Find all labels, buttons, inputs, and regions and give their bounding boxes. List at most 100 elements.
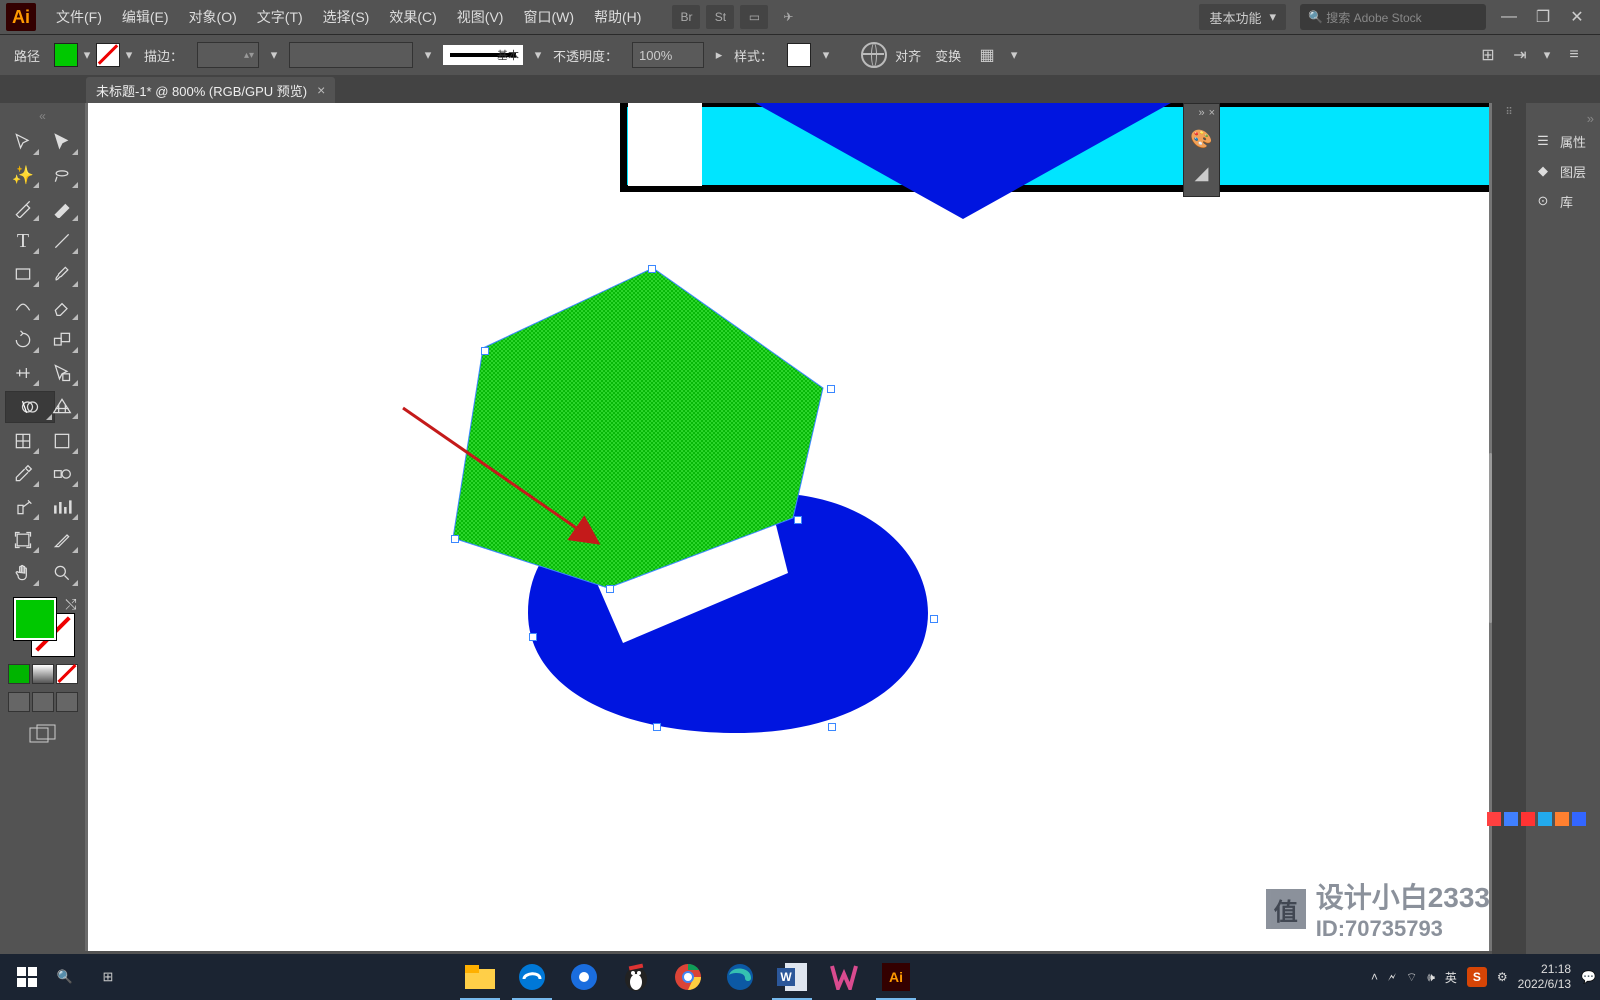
libraries-panel-tab[interactable]: ⊙库 bbox=[1526, 186, 1600, 216]
column-graph-tool[interactable] bbox=[44, 492, 80, 522]
gradient-mode-icon[interactable] bbox=[32, 664, 54, 684]
style-menu[interactable]: ▾ bbox=[819, 43, 833, 67]
var-width-profile[interactable] bbox=[289, 42, 413, 68]
style-swatch[interactable] bbox=[787, 43, 811, 67]
var-width-menu[interactable]: ▾ bbox=[421, 43, 435, 67]
hand-tool[interactable] bbox=[5, 558, 41, 588]
none-mode-icon[interactable] bbox=[56, 664, 78, 684]
zoom-tool[interactable] bbox=[44, 558, 80, 588]
fill-swatch[interactable] bbox=[54, 43, 78, 67]
rectangle-tool[interactable] bbox=[5, 259, 41, 289]
fill-stroke-control[interactable]: ⤭ bbox=[13, 596, 73, 652]
illustrator-taskbar-icon[interactable]: Ai bbox=[870, 954, 922, 1000]
magic-wand-tool[interactable]: ✨ bbox=[5, 160, 41, 190]
chrome-taskbar-icon[interactable] bbox=[662, 954, 714, 1000]
fill-box[interactable] bbox=[14, 598, 56, 640]
slice-tool[interactable] bbox=[44, 525, 80, 555]
panel-collapse-icon[interactable]: » bbox=[1198, 107, 1204, 119]
tray-clock[interactable]: 21:18 2022/6/13 bbox=[1518, 962, 1571, 992]
gradient-tool[interactable] bbox=[44, 426, 80, 456]
eraser-tool[interactable] bbox=[44, 292, 80, 322]
draw-normal-icon[interactable] bbox=[8, 692, 30, 712]
doc-setup-icon[interactable]: ⊞ bbox=[1476, 43, 1500, 67]
line-tool[interactable] bbox=[44, 226, 80, 256]
mesh-tool[interactable] bbox=[5, 426, 41, 456]
document-tab[interactable]: 未标题-1* @ 800% (RGB/GPU 预览) × bbox=[86, 77, 335, 103]
window-minimize[interactable]: — bbox=[1494, 7, 1524, 27]
edge-legacy-taskbar-icon[interactable] bbox=[506, 954, 558, 1000]
menu-effect[interactable]: 效果(C) bbox=[379, 0, 446, 34]
symbol-sprayer-tool[interactable] bbox=[5, 492, 41, 522]
panel-menu-icon[interactable]: ≡ bbox=[1562, 43, 1586, 67]
panel-close-icon[interactable]: × bbox=[1209, 107, 1215, 119]
menu-help[interactable]: 帮助(H) bbox=[584, 0, 651, 34]
anchor-point[interactable] bbox=[827, 385, 835, 393]
color-panel-icon[interactable]: 🎨 bbox=[1184, 122, 1219, 156]
gpu-icon[interactable]: ✈ bbox=[774, 5, 802, 29]
menu-select[interactable]: 选择(S) bbox=[313, 0, 380, 34]
menu-view[interactable]: 视图(V) bbox=[447, 0, 514, 34]
align-link[interactable]: 对齐 bbox=[895, 46, 921, 65]
panel-grip[interactable]: « bbox=[7, 109, 79, 123]
stock-icon[interactable]: St bbox=[706, 5, 734, 29]
artboard-tool[interactable] bbox=[5, 525, 41, 555]
window-close[interactable]: ✕ bbox=[1562, 7, 1592, 27]
scrollbar-thumb[interactable] bbox=[1489, 453, 1492, 623]
color-mode-icon[interactable] bbox=[8, 664, 30, 684]
anchor-point[interactable] bbox=[606, 585, 614, 593]
tab-close-icon[interactable]: × bbox=[317, 82, 325, 98]
tray-wifi-icon[interactable]: ⌔ bbox=[1406, 970, 1417, 985]
lasso-tool[interactable] bbox=[44, 160, 80, 190]
tray-sogou-icon[interactable]: S bbox=[1467, 967, 1487, 987]
direct-selection-tool[interactable] bbox=[44, 127, 80, 157]
transform-link[interactable]: 变换 bbox=[935, 46, 961, 65]
anchor-point[interactable] bbox=[653, 723, 661, 731]
start-button[interactable] bbox=[6, 957, 48, 997]
opacity-input[interactable]: 100% bbox=[632, 42, 704, 68]
edge-taskbar-icon[interactable] bbox=[714, 954, 766, 1000]
bridge-icon[interactable]: Br bbox=[672, 5, 700, 29]
menu-object[interactable]: 对象(O) bbox=[179, 0, 247, 34]
menu-file[interactable]: 文件(F) bbox=[46, 0, 112, 34]
explorer-taskbar-icon[interactable] bbox=[454, 954, 506, 1000]
window-restore[interactable]: ❐ bbox=[1528, 7, 1558, 27]
screen-mode-icon[interactable] bbox=[23, 722, 63, 746]
prefs-menu[interactable]: ▾ bbox=[1540, 43, 1554, 67]
penguin-taskbar-icon[interactable] bbox=[610, 954, 662, 1000]
anchor-point[interactable] bbox=[648, 265, 656, 273]
floating-color-panel[interactable]: »× 🎨 ◢ bbox=[1183, 103, 1220, 197]
tray-power-icon[interactable]: 🗲 bbox=[1388, 970, 1396, 985]
dock-grip[interactable]: ⠿ bbox=[1497, 109, 1521, 115]
free-transform-tool[interactable] bbox=[44, 358, 80, 388]
draw-inside-icon[interactable] bbox=[56, 692, 78, 712]
transform-menu[interactable]: ▾ bbox=[1007, 43, 1021, 67]
anchor-point[interactable] bbox=[930, 615, 938, 623]
selection-tool[interactable] bbox=[5, 127, 41, 157]
stroke-dropdown[interactable]: ▾ bbox=[122, 43, 136, 67]
menu-edit[interactable]: 编辑(E) bbox=[112, 0, 179, 34]
menu-window[interactable]: 窗口(W) bbox=[513, 0, 584, 34]
draw-behind-icon[interactable] bbox=[32, 692, 54, 712]
anchor-point[interactable] bbox=[794, 516, 802, 524]
properties-panel-tab[interactable]: ☰属性 bbox=[1526, 126, 1600, 156]
type-tool[interactable]: T bbox=[5, 226, 41, 256]
anchor-point[interactable] bbox=[481, 347, 489, 355]
swap-fill-stroke-icon[interactable]: ⤭ bbox=[65, 596, 76, 613]
stock-search[interactable]: 🔍 搜索 Adobe Stock bbox=[1300, 4, 1486, 30]
workspace-switcher[interactable]: 基本功能▾ bbox=[1199, 4, 1286, 30]
menu-type[interactable]: 文字(T) bbox=[247, 0, 313, 34]
blend-tool[interactable] bbox=[44, 459, 80, 489]
opacity-menu[interactable]: ▸ bbox=[712, 43, 726, 67]
rotate-tool[interactable] bbox=[5, 325, 41, 355]
dock-collapse-icon[interactable]: » bbox=[1526, 111, 1600, 126]
tray-chevron-icon[interactable]: ˄ bbox=[1371, 970, 1378, 984]
task-view-icon[interactable]: ⊞ bbox=[82, 954, 134, 1000]
isolate-icon[interactable]: ▦ bbox=[975, 43, 999, 67]
prefs-icon[interactable]: ⇥ bbox=[1508, 43, 1532, 67]
stroke-weight-menu[interactable]: ▾ bbox=[267, 43, 281, 67]
layers-panel-tab[interactable]: ◆图层 bbox=[1526, 156, 1600, 186]
recolor-icon[interactable] bbox=[861, 42, 887, 68]
width-tool[interactable] bbox=[5, 358, 41, 388]
arrange-icon[interactable]: ▭ bbox=[740, 5, 768, 29]
paintbrush-tool[interactable] bbox=[44, 259, 80, 289]
